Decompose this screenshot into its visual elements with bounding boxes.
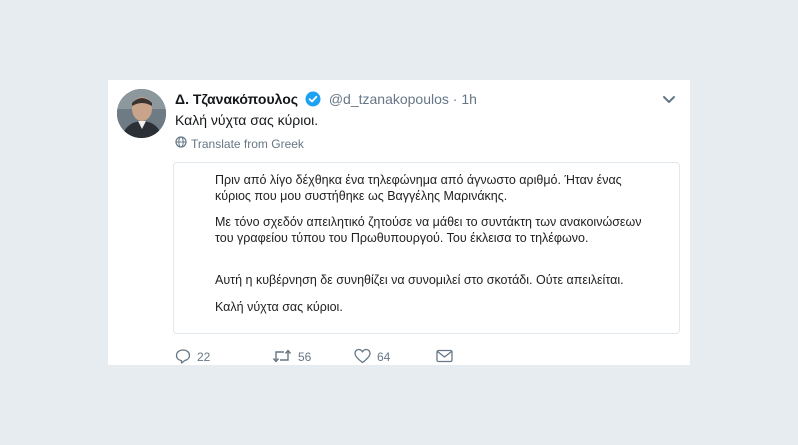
tweet-actions: 22 56 64 (175, 347, 453, 367)
retweet-count: 56 (298, 350, 312, 364)
author-name[interactable]: Δ. Τζανακόπουλος (175, 91, 298, 107)
chevron-down-icon[interactable] (662, 92, 676, 110)
image-paragraph-2: Με τόνο σχεδόν απειλητικό ζητούσε να μάθ… (215, 215, 642, 245)
tweet-card: Δ. Τζανακόπουλος @d_tzanakopoulos · 1h Κ… (108, 80, 690, 365)
reply-icon (175, 348, 191, 367)
translate-label: Translate from Greek (191, 137, 304, 151)
tweet-text: Καλή νύχτα σας κύριοι. (175, 112, 319, 128)
image-paragraph-1: Πριν από λίγο δέχθηκα ένα τηλεφώνημα από… (215, 173, 622, 203)
tweet-image[interactable]: Πριν από λίγο δέχθηκα ένα τηλεφώνημα από… (173, 162, 680, 334)
like-count: 64 (377, 350, 391, 364)
reply-button[interactable]: 22 (175, 348, 272, 367)
reply-count: 22 (197, 350, 211, 364)
separator-dot: · (452, 91, 458, 107)
image-paragraph-4: Καλή νύχτα σας κύριοι. (215, 300, 343, 314)
translate-link[interactable]: Translate from Greek (175, 136, 304, 152)
retweet-button[interactable]: 56 (272, 348, 354, 367)
verified-badge-icon (305, 91, 321, 111)
author-handle[interactable]: @d_tzanakopoulos (329, 91, 449, 107)
message-button[interactable] (436, 349, 453, 366)
tweet-header: Δ. Τζανακόπουλος @d_tzanakopoulos · 1h (175, 90, 690, 110)
message-icon (436, 349, 453, 366)
retweet-icon (272, 348, 292, 367)
globe-icon (175, 136, 187, 152)
avatar[interactable] (117, 89, 166, 138)
image-paragraph-3: Αυτή η κυβέρνηση δε συνηθίζει να συνομιλ… (215, 273, 624, 287)
like-icon (354, 348, 371, 367)
tweet-time[interactable]: 1h (461, 91, 477, 107)
like-button[interactable]: 64 (354, 348, 436, 367)
